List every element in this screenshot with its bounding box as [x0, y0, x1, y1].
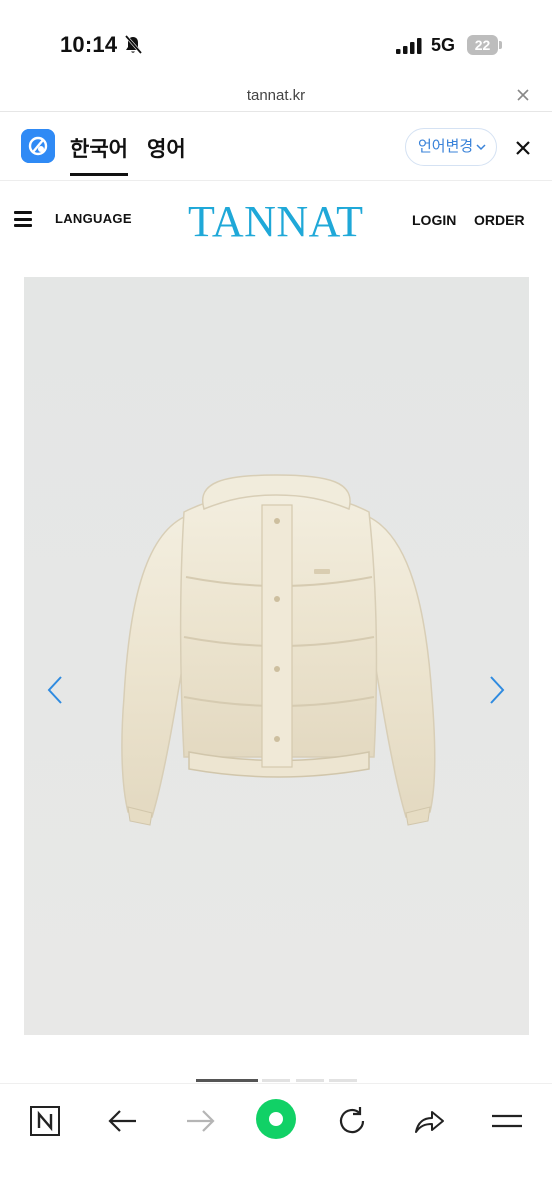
- translate-app-icon: [21, 129, 55, 163]
- close-icon[interactable]: [516, 88, 530, 102]
- share-icon[interactable]: [412, 1104, 446, 1138]
- signal-icon: [396, 38, 422, 54]
- brand-logo[interactable]: TANNAT: [188, 196, 363, 247]
- chevron-down-icon: [476, 144, 486, 151]
- refresh-icon[interactable]: [335, 1104, 369, 1138]
- status-time: 10:14: [60, 32, 118, 57]
- menu-icon[interactable]: [490, 1104, 524, 1138]
- green-dot-icon[interactable]: [254, 1097, 298, 1141]
- translate-bar: 한국어 영어 언어변경: [0, 113, 552, 181]
- jacket-illustration: [24, 277, 529, 1035]
- pagination-dot-active[interactable]: [196, 1079, 258, 1082]
- order-link[interactable]: ORDER: [474, 212, 525, 228]
- language-link[interactable]: LANGUAGE: [55, 211, 132, 226]
- carousel-next-arrow-icon[interactable]: [488, 675, 506, 705]
- change-language-button[interactable]: 언어변경: [405, 128, 497, 166]
- forward-arrow-icon[interactable]: [183, 1104, 217, 1138]
- battery-level: 22: [467, 35, 498, 55]
- change-language-label: 언어변경: [418, 138, 474, 155]
- pagination-dot[interactable]: [296, 1079, 324, 1082]
- browser-toolbar: [0, 1083, 552, 1200]
- login-link[interactable]: LOGIN: [412, 212, 456, 228]
- battery-icon: 22: [467, 35, 502, 55]
- url-text[interactable]: tannat.kr: [0, 87, 552, 104]
- battery-tip: [499, 41, 502, 49]
- pagination-dot[interactable]: [329, 1079, 357, 1082]
- bell-slash-icon: [124, 35, 142, 54]
- pagination-dot[interactable]: [262, 1079, 290, 1082]
- hamburger-menu-icon[interactable]: [14, 211, 32, 227]
- close-icon[interactable]: [516, 141, 530, 155]
- status-bar: 10:14 5G 22: [0, 0, 552, 86]
- tab-korean[interactable]: 한국어: [70, 133, 128, 176]
- back-arrow-icon[interactable]: [106, 1104, 140, 1138]
- product-image[interactable]: [24, 277, 529, 1035]
- site-header: LANGUAGE TANNAT LOGIN ORDER: [0, 182, 552, 262]
- naver-home-icon[interactable]: [28, 1104, 62, 1138]
- tab-english[interactable]: 영어: [147, 133, 186, 163]
- network-label: 5G: [431, 35, 456, 55]
- carousel-prev-arrow-icon[interactable]: [46, 675, 64, 705]
- url-bar[interactable]: tannat.kr: [0, 86, 552, 112]
